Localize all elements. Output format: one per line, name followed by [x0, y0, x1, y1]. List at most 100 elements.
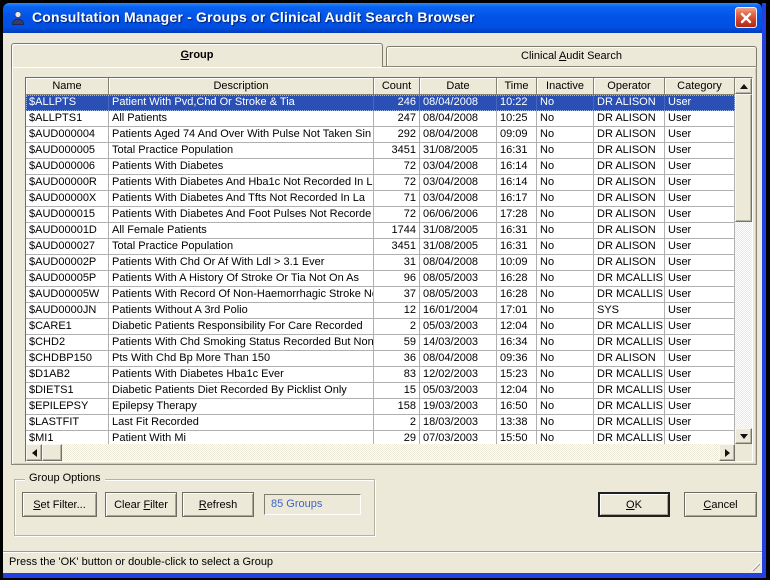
column-header-operator[interactable]: Operator — [594, 78, 665, 95]
cell-description: Patients With Record Of Non-Haemorrhagic… — [109, 287, 374, 303]
cell-time: 15:23 — [497, 367, 537, 383]
table-row[interactable]: $AUD000005Total Practice Population34513… — [26, 143, 735, 159]
column-header-inactive[interactable]: Inactive — [537, 78, 594, 95]
cell-count: 3451 — [374, 143, 420, 159]
table-row[interactable]: $ALLPTS1All Patients24708/04/200810:25No… — [26, 111, 735, 127]
cell-name: $AUD000006 — [26, 159, 109, 175]
table-row[interactable]: $MI1Patient With Mi2907/03/200315:50NoDR… — [26, 431, 735, 444]
cell-name: $LASTFIT — [26, 415, 109, 431]
table-row[interactable]: $CARE1Diabetic Patients Responsibility F… — [26, 319, 735, 335]
cell-inactive: No — [537, 319, 594, 335]
ok-label-accel: O — [626, 499, 635, 511]
cell-name: $ALLPTS — [26, 95, 109, 111]
consultation-manager-window: Consultation Manager - Groups or Clinica… — [0, 0, 770, 580]
table-row[interactable]: $AUD0000JNPatients Without A 3rd Polio12… — [26, 303, 735, 319]
cell-description: Pts With Chd Bp More Than 150 — [109, 351, 374, 367]
scroll-down-button[interactable] — [735, 428, 752, 444]
set-filter-button[interactable]: Set Filter... — [22, 492, 97, 517]
cell-description: Patients With A History Of Stroke Or Tia… — [109, 271, 374, 287]
clear-filter-button[interactable]: Clear Filter — [105, 492, 177, 517]
table-row[interactable]: $AUD000004Patients Aged 74 And Over With… — [26, 127, 735, 143]
cell-operator: DR ALISON — [594, 95, 665, 111]
cell-count: 12 — [374, 303, 420, 319]
cell-category: User — [665, 287, 735, 303]
cell-category: User — [665, 399, 735, 415]
cell-description: Patient With Pvd,Chd Or Stroke & Tia — [109, 95, 374, 111]
ok-button[interactable]: OK — [598, 492, 670, 517]
resize-grip-icon[interactable] — [747, 558, 760, 571]
table-row[interactable]: $EPILEPSYEpilepsy Therapy15819/03/200316… — [26, 399, 735, 415]
table-row[interactable]: $AUD00000XPatients With Diabetes And Tft… — [26, 191, 735, 207]
cell-inactive: No — [537, 111, 594, 127]
table-row[interactable]: $AUD00005PPatients With A History Of Str… — [26, 271, 735, 287]
cell-operator: DR MCALLIS — [594, 319, 665, 335]
arrow-up-icon — [740, 84, 748, 89]
tab-clinical-audit-search[interactable]: Clinical Audit Search — [386, 46, 757, 66]
table-row[interactable]: $CHD2Patients With Chd Smoking Status Re… — [26, 335, 735, 351]
table-row[interactable]: $AUD00005WPatients With Record Of Non-Ha… — [26, 287, 735, 303]
cell-count: 2 — [374, 319, 420, 335]
scroll-left-button[interactable] — [26, 444, 42, 461]
cell-count: 96 — [374, 271, 420, 287]
column-header-date[interactable]: Date — [420, 78, 497, 95]
cell-date: 08/04/2008 — [420, 95, 497, 111]
cell-operator: DR ALISON — [594, 175, 665, 191]
cell-category: User — [665, 367, 735, 383]
group-options-legend: Group Options — [25, 472, 105, 484]
scroll-up-button[interactable] — [735, 78, 752, 94]
close-button[interactable] — [735, 7, 757, 28]
cancel-button[interactable]: Cancel — [684, 492, 757, 517]
cell-category: User — [665, 143, 735, 159]
column-header-name[interactable]: Name — [26, 78, 109, 95]
cell-description: Diabetic Patients Responsibility For Car… — [109, 319, 374, 335]
vertical-scroll-thumb[interactable] — [735, 94, 752, 222]
table-row[interactable]: $D1AB2Patients With Diabetes Hba1c Ever8… — [26, 367, 735, 383]
table-row[interactable]: $AUD00000RPatients With Diabetes And Hba… — [26, 175, 735, 191]
cell-description: Patients With Chd Smoking Status Recorde… — [109, 335, 374, 351]
cell-description: Patients With Diabetes And Tfts Not Reco… — [109, 191, 374, 207]
cell-count: 31 — [374, 255, 420, 271]
cell-date: 31/08/2005 — [420, 223, 497, 239]
table-row[interactable]: $CHDBP150Pts With Chd Bp More Than 15036… — [26, 351, 735, 367]
table-row[interactable]: $LASTFITLast Fit Recorded218/03/200313:3… — [26, 415, 735, 431]
vertical-scrollbar[interactable] — [735, 78, 752, 444]
cell-time: 17:01 — [497, 303, 537, 319]
table-row[interactable]: $AUD000015Patients With Diabetes And Foo… — [26, 207, 735, 223]
horizontal-scrollbar[interactable] — [26, 444, 735, 461]
column-header-category[interactable]: Category — [665, 78, 735, 95]
cell-time: 16:34 — [497, 335, 537, 351]
table-row[interactable]: $AUD000006Patients With Diabetes7203/04/… — [26, 159, 735, 175]
cell-inactive: No — [537, 335, 594, 351]
column-header-count[interactable]: Count — [374, 78, 420, 95]
arrow-right-icon — [725, 449, 730, 457]
column-header-description[interactable]: Description — [109, 78, 374, 95]
cell-operator: DR ALISON — [594, 191, 665, 207]
cell-category: User — [665, 111, 735, 127]
cell-name: $AUD000005 — [26, 143, 109, 159]
refresh-button[interactable]: Refresh — [182, 492, 254, 517]
table-row[interactable]: $AUD00001DAll Female Patients174431/08/2… — [26, 223, 735, 239]
column-header-time[interactable]: Time — [497, 78, 537, 95]
cell-count: 2 — [374, 415, 420, 431]
horizontal-scroll-thumb[interactable] — [42, 444, 62, 461]
cell-inactive: No — [537, 351, 594, 367]
cell-date: 07/03/2003 — [420, 431, 497, 444]
scroll-right-button[interactable] — [719, 444, 735, 461]
titlebar[interactable]: Consultation Manager - Groups or Clinica… — [3, 3, 762, 33]
cell-time: 16:14 — [497, 159, 537, 175]
table-row[interactable]: $DIETS1Diabetic Patients Diet Recorded B… — [26, 383, 735, 399]
cell-time: 13:38 — [497, 415, 537, 431]
table-row[interactable]: $AUD000027Total Practice Population34513… — [26, 239, 735, 255]
cell-inactive: No — [537, 271, 594, 287]
table-row[interactable]: $AUD00002PPatients With Chd Or Af With L… — [26, 255, 735, 271]
cell-time: 16:50 — [497, 399, 537, 415]
cell-inactive: No — [537, 175, 594, 191]
tab-group-label-post: roup — [189, 49, 213, 61]
cell-inactive: No — [537, 415, 594, 431]
cell-inactive: No — [537, 287, 594, 303]
cell-operator: DR MCALLIS — [594, 287, 665, 303]
cell-date: 12/02/2003 — [420, 367, 497, 383]
cell-date: 31/08/2005 — [420, 143, 497, 159]
tab-group[interactable]: Group — [11, 43, 383, 67]
table-row[interactable]: $ALLPTSPatient With Pvd,Chd Or Stroke & … — [26, 95, 735, 111]
